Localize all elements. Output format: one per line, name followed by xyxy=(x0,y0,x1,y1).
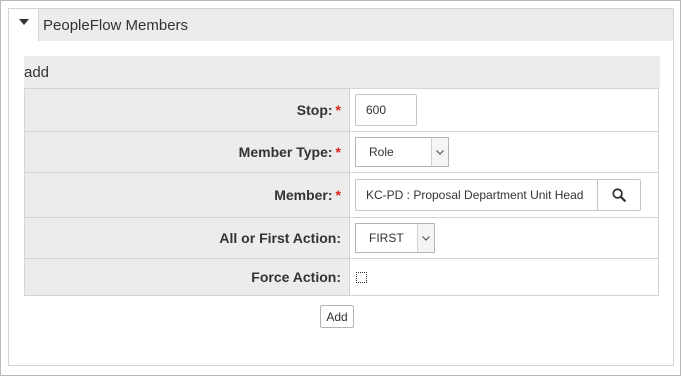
form-row-action: All or First Action: FIRST xyxy=(24,217,659,259)
chevron-down-icon[interactable] xyxy=(417,224,434,252)
action-selected: FIRST xyxy=(369,231,404,245)
member-search-button[interactable] xyxy=(597,179,641,211)
subsection-header: add xyxy=(24,56,660,88)
required-marker: * xyxy=(335,102,341,118)
page-frame: PeopleFlow Members add Stop: * 600 Membe… xyxy=(0,0,681,376)
section-title-bar: PeopleFlow Members xyxy=(39,9,673,41)
form-row-stop: Stop: * 600 xyxy=(24,88,659,132)
action-label: All or First Action: xyxy=(219,230,341,246)
action-control-cell: FIRST xyxy=(349,217,659,259)
form-row-force-action: Force Action: xyxy=(24,258,659,296)
action-select[interactable]: FIRST xyxy=(355,223,435,253)
stop-input[interactable]: 600 xyxy=(355,94,417,126)
stop-label: Stop: xyxy=(296,102,333,118)
member-control-cell: KC-PD : Proposal Department Unit Head xyxy=(349,172,659,218)
force-action-control-cell xyxy=(349,258,659,296)
member-field-group: KC-PD : Proposal Department Unit Head xyxy=(355,179,658,211)
stop-label-cell: Stop: * xyxy=(24,88,350,132)
triangle-down-icon[interactable] xyxy=(18,19,29,25)
force-action-label: Force Action: xyxy=(251,269,341,285)
member-type-select[interactable]: Role xyxy=(355,137,449,167)
member-type-control-cell: Role xyxy=(349,131,659,173)
member-input[interactable]: KC-PD : Proposal Department Unit Head xyxy=(355,179,597,211)
stop-control-cell: 600 xyxy=(349,88,659,132)
section-header: PeopleFlow Members xyxy=(9,9,673,41)
action-label-cell: All or First Action: xyxy=(24,217,350,259)
subsection-title: add xyxy=(24,63,50,81)
required-marker: * xyxy=(335,187,341,203)
member-type-label: Member Type: xyxy=(238,144,333,160)
member-label-cell: Member: * xyxy=(24,172,350,218)
member-type-label-cell: Member Type: * xyxy=(24,131,350,173)
member-type-selected: Role xyxy=(369,145,394,159)
section-title: PeopleFlow Members xyxy=(43,16,189,34)
section-toggle[interactable] xyxy=(9,9,39,41)
form-row-member: Member: * KC-PD : Proposal Department Uni… xyxy=(24,172,659,218)
required-marker: * xyxy=(335,144,341,160)
peopleflow-members-panel: PeopleFlow Members add Stop: * 600 Membe… xyxy=(8,8,674,366)
form-row-member-type: Member Type: * Role xyxy=(24,131,659,173)
search-icon xyxy=(612,188,626,202)
add-button[interactable]: Add xyxy=(320,305,354,328)
add-member-form: Stop: * 600 Member Type: * Role Member: … xyxy=(24,88,659,296)
member-label: Member: xyxy=(274,187,333,203)
force-action-label-cell: Force Action: xyxy=(24,258,350,296)
chevron-down-icon[interactable] xyxy=(431,138,448,166)
force-action-checkbox[interactable] xyxy=(356,271,367,283)
add-subsection: add Stop: * 600 Member Type: * Role Memb… xyxy=(24,56,660,296)
